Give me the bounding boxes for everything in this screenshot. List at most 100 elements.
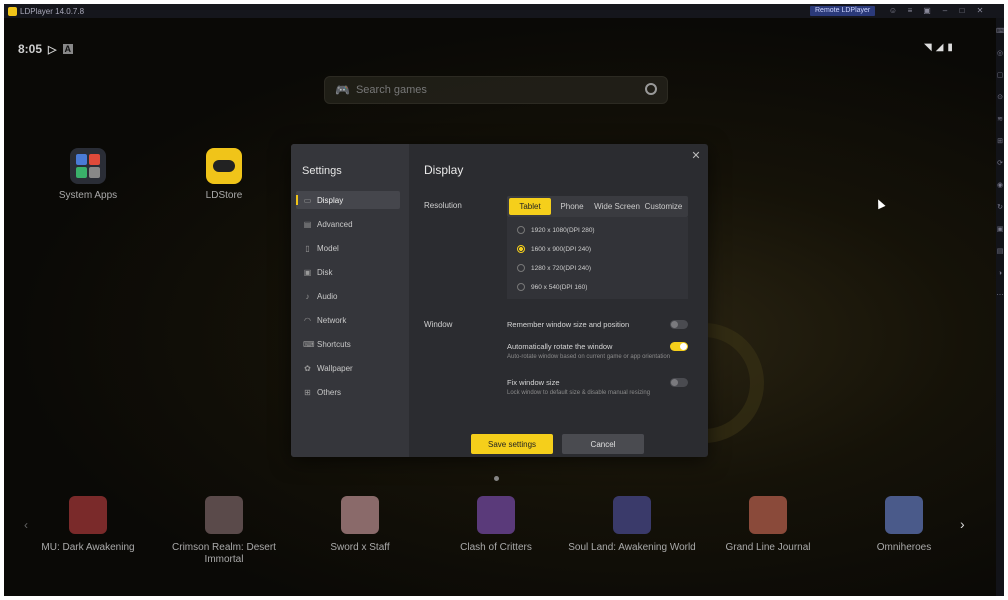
window-label: Window	[424, 320, 453, 329]
settings-content: Display ✕ Resolution Tablet Phone Wide S…	[409, 144, 708, 457]
tab-customize[interactable]: Customize	[641, 198, 686, 215]
multi-instance-icon[interactable]: ⊞	[996, 138, 1004, 146]
cancel-button[interactable]: Cancel	[562, 434, 644, 454]
game-icon	[69, 496, 107, 534]
fix-window-size-row: Fix window size Lock window to default s…	[507, 378, 688, 396]
option-description: Auto-rotate window based on current game…	[507, 354, 671, 360]
remote-ldplayer-button[interactable]: Remote LDPlayer	[810, 6, 876, 16]
signal-icon: ◢	[935, 42, 944, 53]
settings-dialog: Settings ▭ Display ▤ Advanced ▯ Model ▣ …	[291, 144, 708, 457]
resolution-option[interactable]: 1280 x 720(DPI 240)	[517, 264, 591, 272]
game-item[interactable]: MU: Dark Awakening	[18, 496, 158, 554]
folder-icon[interactable]: ▤	[996, 248, 1004, 256]
search-icon[interactable]	[645, 83, 657, 95]
resolution-label: Resolution	[424, 201, 462, 210]
game-label: MU: Dark Awakening	[41, 542, 135, 553]
more-icon[interactable]: ⋯	[996, 292, 1004, 300]
volume-icon[interactable]: ◎	[996, 50, 1004, 58]
nav-item-audio[interactable]: ♪ Audio	[296, 287, 400, 305]
resolution-option[interactable]: 1600 x 900(DPI 240)	[517, 245, 591, 253]
game-label: Soul Land: Awakening World	[568, 542, 696, 553]
tab-wide-screen[interactable]: Wide Screen	[593, 198, 641, 215]
settings-sidebar: Settings ▭ Display ▤ Advanced ▯ Model ▣ …	[291, 144, 409, 457]
advanced-icon: ▤	[303, 219, 312, 229]
resolution-options: 1920 x 1080(DPI 280) 1600 x 900(DPI 240)…	[507, 217, 688, 299]
fix-window-size-toggle[interactable]	[670, 378, 688, 387]
system-apps-icon	[70, 148, 106, 184]
screenshot-icon[interactable]: ▢	[996, 72, 1004, 80]
minimize-icon[interactable]: –	[940, 6, 950, 16]
nav-item-label: Disk	[317, 267, 333, 277]
save-settings-button[interactable]: Save settings	[471, 434, 553, 454]
resolution-option-label: 1600 x 900(DPI 240)	[531, 245, 591, 253]
nav-item-label: Others	[317, 387, 342, 397]
others-icon: ⊞	[304, 387, 311, 397]
radio-button[interactable]	[517, 264, 525, 272]
auto-rotate-toggle[interactable]	[670, 342, 688, 351]
resolution-option[interactable]: 960 x 540(DPI 160)	[517, 283, 587, 291]
nav-item-disk[interactable]: ▣ Disk	[296, 263, 400, 281]
model-icon: ▯	[305, 243, 310, 253]
game-item[interactable]: Grand Line Journal	[698, 496, 838, 554]
close-icon[interactable]: ✕	[975, 6, 985, 16]
radio-button[interactable]	[517, 226, 525, 234]
restore-icon[interactable]: ▣	[922, 6, 932, 16]
location-icon[interactable]: ◉	[996, 182, 1004, 190]
game-label: Omniheroes	[876, 542, 932, 553]
radio-button-selected[interactable]	[517, 245, 525, 253]
user-icon[interactable]: ☺	[888, 6, 898, 16]
window-title: LDPlayer 14.0.7.8	[20, 6, 85, 16]
settings-title: Settings	[302, 165, 342, 177]
game-item[interactable]: Clash of Critters	[426, 496, 566, 554]
desktop-app-ldstore[interactable]: LDStore	[184, 148, 264, 201]
keyboard-icon[interactable]: ⌨	[996, 28, 1004, 36]
remember-window-size-toggle[interactable]	[670, 320, 688, 329]
game-icon	[885, 496, 923, 534]
disk-icon: ▣	[303, 267, 312, 277]
game-label: Clash of Critters	[460, 542, 532, 553]
desktop-app-system-apps[interactable]: System Apps	[48, 148, 128, 201]
game-label: Grand Line Journal	[725, 542, 811, 553]
ldstore-icon	[206, 148, 242, 184]
close-icon[interactable]: ✕	[690, 150, 702, 162]
tab-tablet[interactable]: Tablet	[509, 198, 551, 215]
option-label: Automatically rotate the window	[507, 342, 613, 351]
nav-item-wallpaper[interactable]: ✿ Wallpaper	[296, 359, 400, 377]
resolution-option[interactable]: 1920 x 1080(DPI 280)	[517, 226, 595, 234]
nav-item-display[interactable]: ▭ Display	[296, 191, 400, 209]
search-bar[interactable]: 🎮 Search games	[324, 76, 668, 104]
nav-item-others[interactable]: ⊞ Others	[296, 383, 400, 401]
shortcuts-icon: ⌨	[303, 339, 315, 349]
wifi-icon: ◥	[924, 42, 932, 53]
game-icon	[613, 496, 651, 534]
menu-icon[interactable]: ≡	[905, 6, 915, 16]
resolution-option-label: 1280 x 720(DPI 240)	[531, 264, 591, 272]
game-item[interactable]: Soul Land: Awakening World	[562, 496, 702, 554]
nav-item-model[interactable]: ▯ Model	[296, 239, 400, 257]
search-placeholder: Search games	[355, 84, 427, 96]
status-bar-right: ◥ ◢ ▮	[924, 42, 953, 53]
sync-icon[interactable]: ⟳	[996, 160, 1004, 168]
game-item[interactable]: Omniheroes	[834, 496, 974, 554]
play-store-icon: ▷	[48, 43, 57, 56]
remember-window-size-row: Remember window size and position	[507, 320, 688, 329]
record-icon[interactable]: ⊙	[996, 94, 1004, 102]
notification-icon: A	[62, 44, 73, 54]
radio-button[interactable]	[517, 283, 525, 291]
game-item[interactable]: Crimson Realm: Desert Immortal	[154, 496, 294, 566]
rotate-icon[interactable]: ↻	[996, 204, 1004, 212]
tab-phone[interactable]: Phone	[551, 198, 593, 215]
nav-item-advanced[interactable]: ▤ Advanced	[296, 215, 400, 233]
gamepad-icon: 🎮	[335, 83, 350, 97]
shake-icon[interactable]: ≋	[996, 116, 1004, 124]
game-label: Sword x Staff	[330, 542, 390, 553]
nav-item-network[interactable]: ◠ Network	[296, 311, 400, 329]
wallpaper-icon: ✿	[304, 363, 311, 373]
mouse-cursor	[874, 197, 886, 210]
game-item[interactable]: Sword x Staff	[290, 496, 430, 554]
nav-item-shortcuts[interactable]: ⌨ Shortcuts	[296, 335, 400, 353]
operation-record-icon[interactable]: ◑	[996, 270, 1004, 278]
apk-icon[interactable]: ▣	[996, 226, 1004, 234]
game-label: Crimson Realm: Desert Immortal	[172, 542, 276, 565]
maximize-icon[interactable]: □	[957, 6, 967, 16]
